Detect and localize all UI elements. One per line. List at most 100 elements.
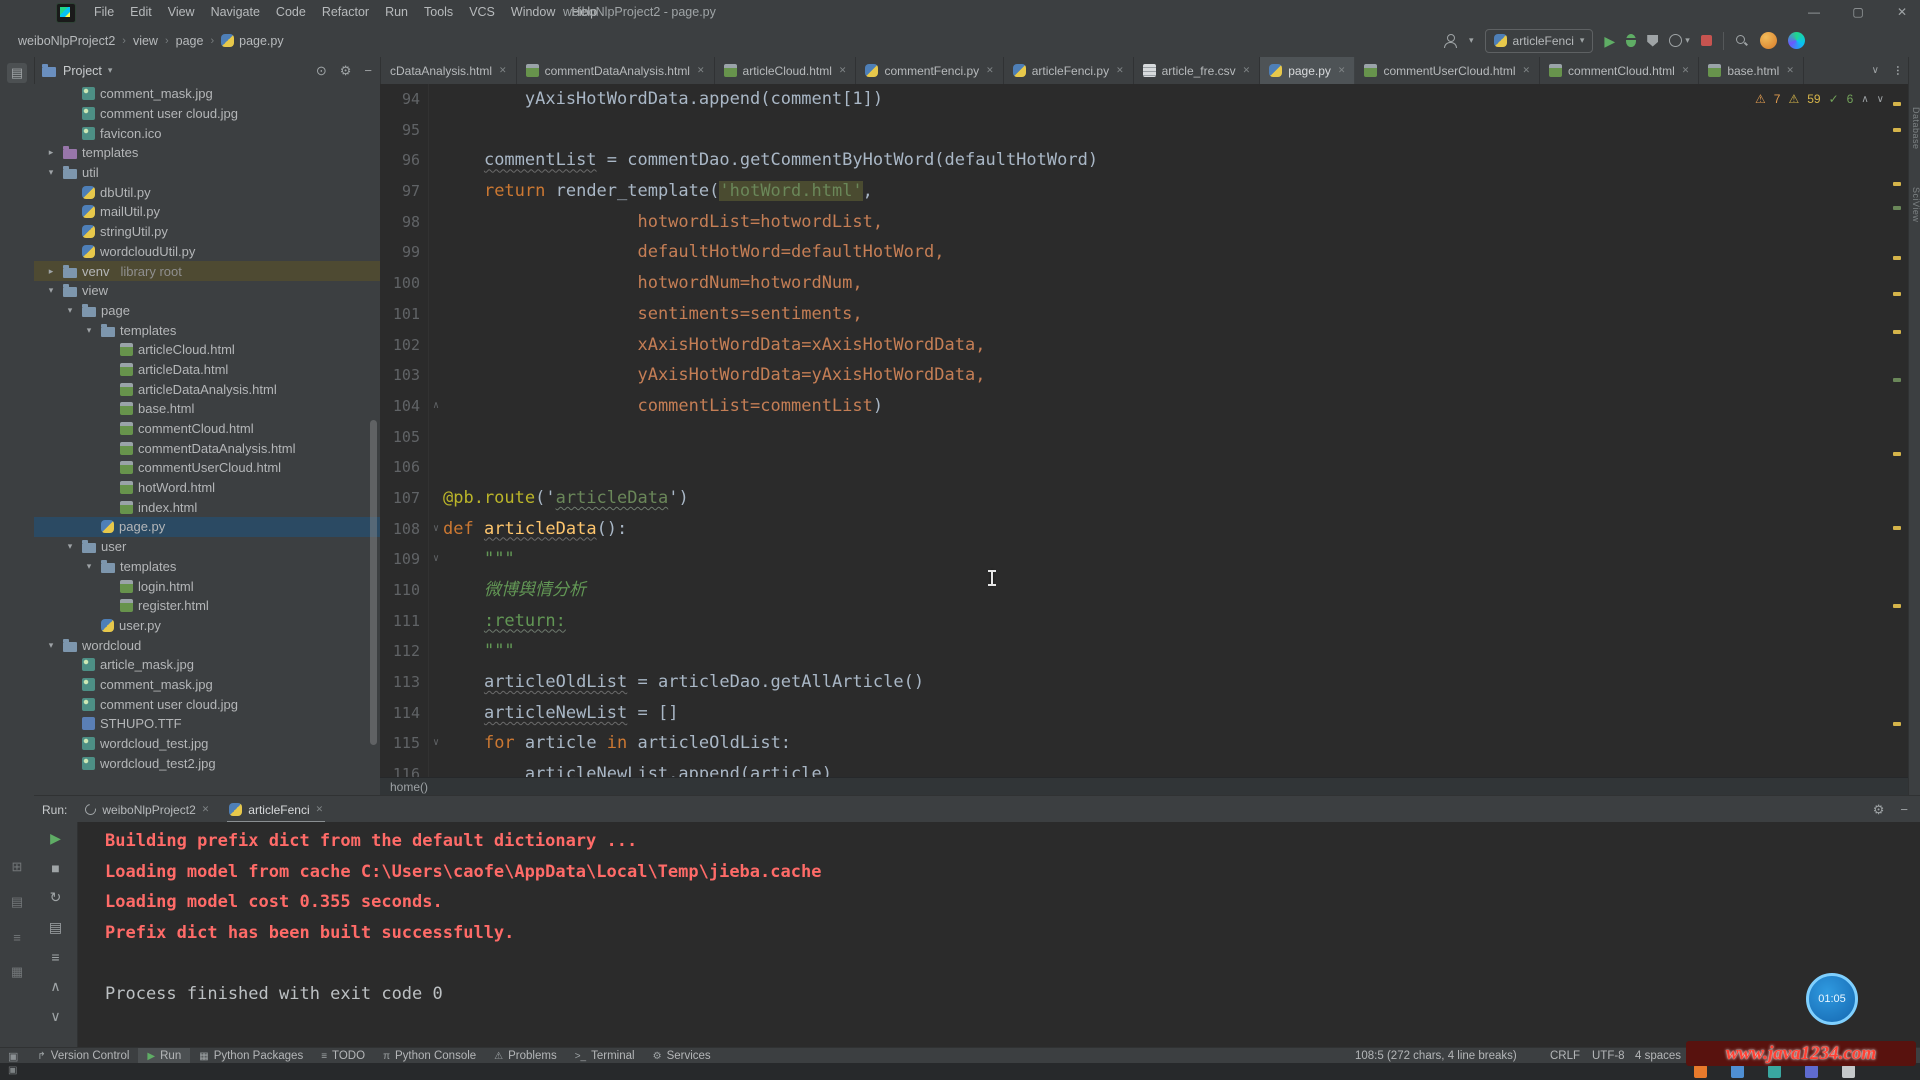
status-item-problems[interactable]: ⚠Problems <box>485 1048 566 1064</box>
stripe-mark[interactable] <box>1893 722 1901 726</box>
tree-item[interactable]: comment_mask.jpg <box>34 84 380 104</box>
run-config-select[interactable]: articleFenci ▾ <box>1485 29 1594 53</box>
fold-marker[interactable]: ∨ <box>429 514 443 545</box>
run-tab[interactable]: weiboNlpProject2✕ <box>75 796 219 823</box>
status-encoding[interactable]: UTF-8 <box>1592 1048 1625 1064</box>
chevron-down-icon[interactable]: ▾ <box>108 65 113 76</box>
tree-item[interactable]: commentCloud.html <box>34 419 380 439</box>
stripe-mark[interactable] <box>1893 330 1901 334</box>
show-hidden-tabs-icon[interactable]: ∨ <box>1872 65 1879 76</box>
status-item-python-packages[interactable]: ▦Python Packages <box>190 1048 312 1064</box>
settings-icon[interactable]: ⚙ <box>340 63 352 79</box>
tab-close-icon[interactable]: ✕ <box>202 804 210 815</box>
editor-tab[interactable]: article_fre.csv✕ <box>1134 57 1261 84</box>
tree-item[interactable]: articleData.html <box>34 360 380 380</box>
stripe-mark[interactable] <box>1893 206 1901 210</box>
tree-item[interactable]: stringUtil.py <box>34 222 380 242</box>
tool-windows-icon[interactable]: ▣ <box>8 1050 18 1063</box>
tab-close-icon[interactable]: ✕ <box>1338 65 1346 76</box>
fold-marker[interactable]: ∨ <box>429 544 443 575</box>
hide-panel-icon[interactable]: − <box>364 63 372 79</box>
tree-item[interactable]: article_mask.jpg <box>34 655 380 675</box>
tab-close-icon[interactable]: ✕ <box>1786 65 1794 76</box>
breadcrumb-item[interactable]: page <box>176 34 204 48</box>
editor-breadcrumb[interactable]: home() <box>380 777 1920 795</box>
hide-panel-icon[interactable]: − <box>1900 802 1908 818</box>
chevron-down-icon[interactable]: ▾ <box>63 541 77 552</box>
todo-tool-icon[interactable]: ▦ <box>7 962 27 982</box>
maximize-button[interactable]: ▢ <box>1848 5 1868 19</box>
menu-run[interactable]: Run <box>377 5 416 19</box>
inspections-widget[interactable]: ⚠ 7 ⚠ 59 ✓ 6 ∧ ∨ <box>1748 90 1891 108</box>
tree-item[interactable]: ▾templates <box>34 320 380 340</box>
editor-tab[interactable]: cDataAnalysis.html✕ <box>381 57 517 84</box>
menu-file[interactable]: File <box>86 5 122 19</box>
tab-close-icon[interactable]: ✕ <box>1523 65 1531 76</box>
tree-item[interactable]: ▾user <box>34 537 380 557</box>
tab-close-icon[interactable]: ✕ <box>1682 65 1690 76</box>
tree-item[interactable]: ▾templates <box>34 557 380 577</box>
tab-close-icon[interactable]: ✕ <box>499 65 507 76</box>
menu-vcs[interactable]: VCS <box>461 5 503 19</box>
locate-icon[interactable]: ⊙ <box>316 63 327 79</box>
tree-item[interactable]: ▾view <box>34 281 380 301</box>
debug-button[interactable] <box>1626 34 1636 47</box>
restore-layout-icon[interactable]: ↻ <box>50 889 62 906</box>
stripe-mark[interactable] <box>1893 182 1901 186</box>
tree-item[interactable]: articleCloud.html <box>34 340 380 360</box>
search-icon[interactable] <box>1735 34 1749 48</box>
stripe-mark[interactable] <box>1893 526 1901 530</box>
tree-item[interactable]: ▸templates <box>34 143 380 163</box>
tree-item[interactable]: ▸venvlibrary root <box>34 261 380 281</box>
status-item-services[interactable]: ⚙Services <box>644 1048 720 1064</box>
status-indent[interactable]: 4 spaces <box>1635 1048 1681 1064</box>
chevron-right-icon[interactable]: ▸ <box>44 266 58 277</box>
stripe-mark[interactable] <box>1893 128 1901 132</box>
console-output[interactable]: Building prefix dict from the default di… <box>78 822 1920 1047</box>
project-panel-header[interactable]: Project ▾ ⊙⚙− <box>34 57 380 84</box>
coverage-button[interactable] <box>1647 35 1658 47</box>
tab-close-icon[interactable]: ✕ <box>697 65 705 76</box>
tree-item[interactable]: base.html <box>34 399 380 419</box>
status-item-run[interactable]: ▶Run <box>138 1048 190 1064</box>
profiler-button[interactable]: ▾ <box>1669 34 1690 47</box>
tree-item[interactable]: wordcloudUtil.py <box>34 242 380 262</box>
tree-item[interactable]: favicon.ico <box>34 123 380 143</box>
tool-strip-label[interactable]: SciView <box>1909 187 1920 222</box>
menu-refactor[interactable]: Refactor <box>314 5 377 19</box>
tree-item[interactable]: comment user cloud.jpg <box>34 694 380 714</box>
menu-tools[interactable]: Tools <box>416 5 461 19</box>
tree-item[interactable]: mailUtil.py <box>34 202 380 222</box>
editor-tab[interactable]: articleCloud.html✕ <box>715 57 857 84</box>
clear-all-icon[interactable]: ▤ <box>49 919 62 936</box>
find-tool-icon[interactable]: ≡ <box>7 927 27 947</box>
editor-tab[interactable]: commentUserCloud.html✕ <box>1355 57 1540 84</box>
tree-item[interactable]: comment_mask.jpg <box>34 675 380 695</box>
breadcrumb-item[interactable]: weiboNlpProject2 <box>18 34 115 48</box>
menu-view[interactable]: View <box>160 5 203 19</box>
error-stripe[interactable] <box>1892 84 1902 777</box>
status-item-todo[interactable]: ≡TODO <box>312 1048 374 1064</box>
project-tree[interactable]: comment_mask.jpgcomment user cloud.jpgfa… <box>34 84 381 795</box>
tab-close-icon[interactable]: ✕ <box>986 65 994 76</box>
tree-item[interactable]: wordcloud_test2.jpg <box>34 753 380 773</box>
chevron-down-icon[interactable]: ▾ <box>44 285 58 296</box>
tool-strip-label[interactable]: Database <box>1909 107 1920 150</box>
menu-window[interactable]: Window <box>503 5 563 19</box>
stripe-mark[interactable] <box>1893 292 1901 296</box>
next-error-icon[interactable]: ∨ <box>1877 94 1884 105</box>
chevron-down-icon[interactable]: ▾ <box>44 167 58 178</box>
run-tab[interactable]: articleFenci✕ <box>219 796 333 823</box>
chevron-down-icon[interactable]: ▾ <box>63 305 77 316</box>
tree-scrollbar[interactable] <box>370 420 377 745</box>
status-line-ending[interactable]: CRLF <box>1550 1048 1580 1064</box>
tree-item[interactable]: register.html <box>34 596 380 616</box>
tree-item[interactable]: STHUPO.TTF <box>34 714 380 734</box>
chevron-down-icon[interactable]: ▾ <box>1469 35 1474 46</box>
scroll-up-icon[interactable]: ∧ <box>50 978 60 995</box>
editor-tab[interactable]: page.py✕ <box>1260 57 1355 84</box>
tree-item[interactable]: dbUtil.py <box>34 182 380 202</box>
fold-marker[interactable]: ∨ <box>429 728 443 759</box>
code-editor[interactable]: 94 yAxisHotWordData.append(comment[1])95… <box>380 84 1920 777</box>
minimize-button[interactable]: — <box>1804 5 1824 19</box>
